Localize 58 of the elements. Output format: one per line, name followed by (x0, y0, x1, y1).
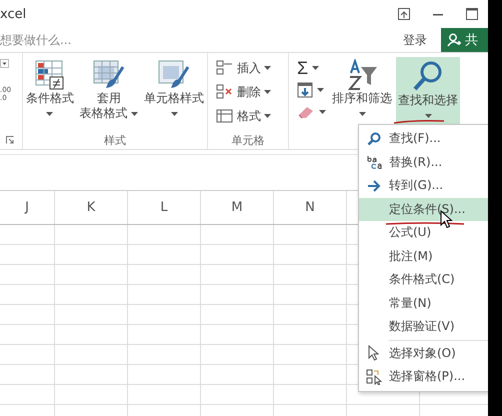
caret-icon (264, 90, 271, 94)
arrow-right-icon (367, 180, 381, 192)
group-label: 样式 (103, 132, 127, 148)
fill-down-icon (297, 82, 313, 98)
table-brush-icon (92, 59, 126, 91)
menu-item[interactable]: 转到(G)... (359, 174, 488, 198)
caret-icon (131, 112, 138, 116)
dropdown-caret-icon[interactable] (0, 59, 9, 68)
replace-icon (366, 154, 382, 170)
menu-item[interactable]: 选择对象(O) (359, 342, 488, 365)
menu-item[interactable]: 选择窗格(P)... (359, 365, 488, 388)
dialog-launcher-icon[interactable] (6, 136, 14, 144)
autosum-button[interactable]: Σ (295, 57, 322, 79)
menu-item[interactable]: 常量(N) (359, 292, 488, 315)
caret-icon (264, 66, 271, 70)
sign-in-link[interactable]: 登录 (403, 32, 427, 48)
column-header[interactable]: N (274, 191, 347, 224)
format-cells-icon (216, 108, 234, 124)
menu-item[interactable]: 替换(R)... (359, 150, 488, 174)
share-button[interactable]: 共 (441, 28, 488, 52)
caret-icon (312, 66, 320, 70)
insert-cells-icon (216, 60, 234, 76)
format-as-table-button[interactable]: 套用 表格格式 (78, 57, 140, 131)
delete-cells-button[interactable]: 删除 (214, 81, 273, 103)
caret-icon (264, 114, 271, 118)
maximize-icon[interactable] (466, 8, 478, 20)
column-header[interactable]: M (201, 191, 274, 224)
person-add-icon (447, 33, 461, 47)
caret-icon (170, 112, 178, 116)
caret-icon (46, 112, 54, 116)
caret-icon (358, 112, 366, 116)
cell-styles-button[interactable]: 单元格样式 (142, 57, 206, 131)
menu-item[interactable]: 定位条件(S)... (359, 198, 488, 221)
caret-icon (319, 110, 326, 114)
sort-filter-icon (345, 59, 379, 91)
menu-item[interactable]: 条件格式(C) (359, 268, 488, 292)
column-header[interactable]: K (55, 191, 128, 224)
column-header[interactable]: J (0, 191, 55, 224)
window-title: xcel (0, 6, 26, 22)
tell-me-field[interactable]: 想要做什么... (0, 33, 403, 47)
group-label: 单元格 (230, 132, 266, 148)
cell-brush-icon (157, 59, 192, 91)
menu-item[interactable]: 批注(M) (359, 244, 488, 268)
eraser-icon (297, 105, 315, 119)
menu-item[interactable]: 数据验证(V) (359, 315, 488, 338)
search-icon (367, 132, 381, 146)
annotation-line (393, 119, 445, 124)
ribbon-display-icon[interactable] (398, 8, 410, 20)
caret-icon (317, 88, 324, 92)
colored-grid-icon (34, 59, 66, 91)
format-cells-button[interactable]: 格式 (214, 105, 273, 127)
caret-icon (424, 114, 432, 118)
delete-cells-icon (216, 84, 234, 100)
selection-pane-icon (366, 368, 382, 385)
conditional-format-button[interactable]: 条件格式 (24, 57, 76, 131)
pointer-icon (368, 345, 380, 362)
column-header[interactable]: L (128, 191, 201, 224)
insert-cells-button[interactable]: 插入 (214, 57, 273, 79)
